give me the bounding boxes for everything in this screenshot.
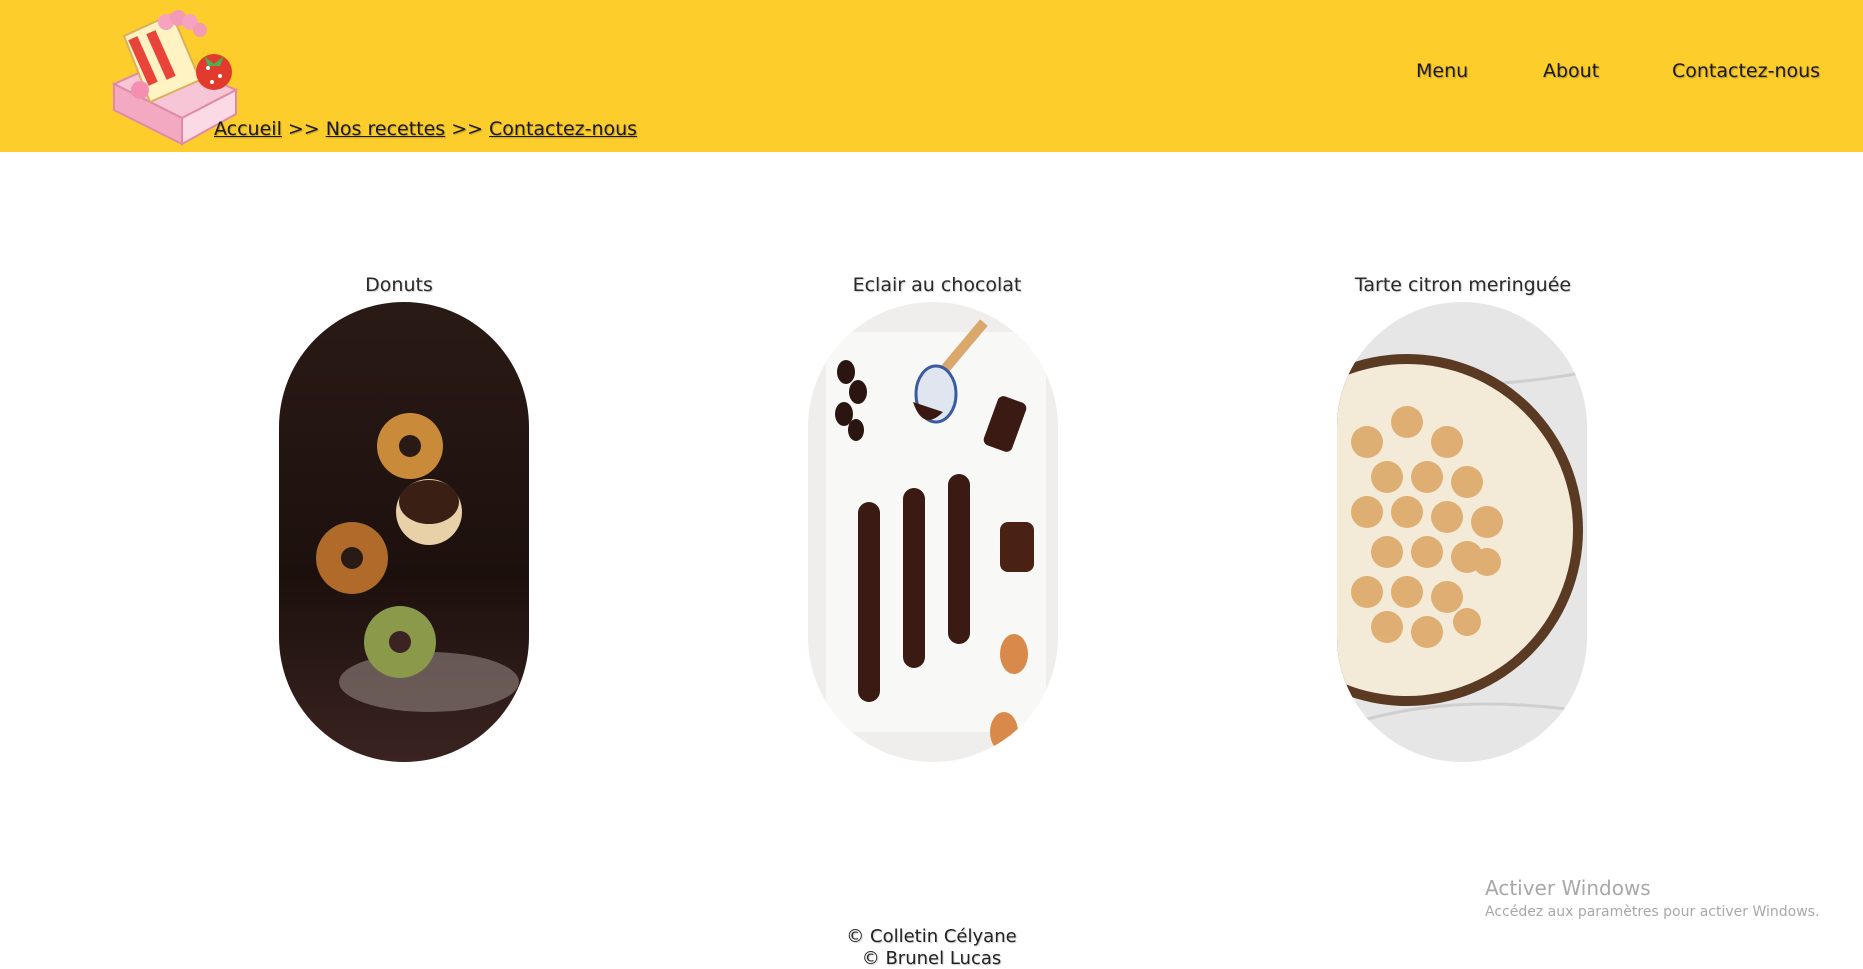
breadcrumb-link-recipes[interactable]: Nos recettes bbox=[326, 118, 445, 140]
recipe-title-tarte: Tarte citron meringuée bbox=[1354, 274, 1572, 296]
breadcrumb-separator: >> bbox=[451, 118, 484, 140]
breadcrumb: Accueil >> Nos recettes >> Contactez-nous bbox=[214, 118, 637, 140]
breadcrumb-separator: >> bbox=[287, 118, 320, 140]
copyright-line: © Colletin Célyane bbox=[846, 926, 1017, 947]
breadcrumb-link-contact[interactable]: Contactez-nous bbox=[489, 118, 637, 140]
nav-contact[interactable]: Contactez-nous bbox=[1672, 60, 1820, 82]
nav-about[interactable]: About bbox=[1543, 60, 1599, 82]
watermark-title: Activer Windows bbox=[1485, 876, 1651, 900]
nav-menu[interactable]: Menu bbox=[1416, 60, 1468, 82]
top-bar: Accueil >> Nos recettes >> Contactez-nous Me… bbox=[0, 0, 1863, 152]
copyright-line: © Brunel Lucas bbox=[861, 948, 1002, 969]
breadcrumb-link-home[interactable]: Accueil bbox=[214, 118, 282, 140]
donuts-photo[interactable] bbox=[279, 302, 529, 762]
recipe-title-eclair: Eclair au chocolat bbox=[852, 274, 1022, 296]
windows-activation-watermark: Activer Windows Accédez aux paramètres p… bbox=[1485, 876, 1819, 920]
lemon-meringue-tart-photo[interactable] bbox=[1337, 302, 1587, 762]
watermark-subtitle: Accédez aux paramètres pour activer Wind… bbox=[1485, 904, 1820, 920]
recipe-title-donuts: Donuts bbox=[365, 274, 433, 296]
eclairs-photo[interactable] bbox=[808, 302, 1058, 762]
